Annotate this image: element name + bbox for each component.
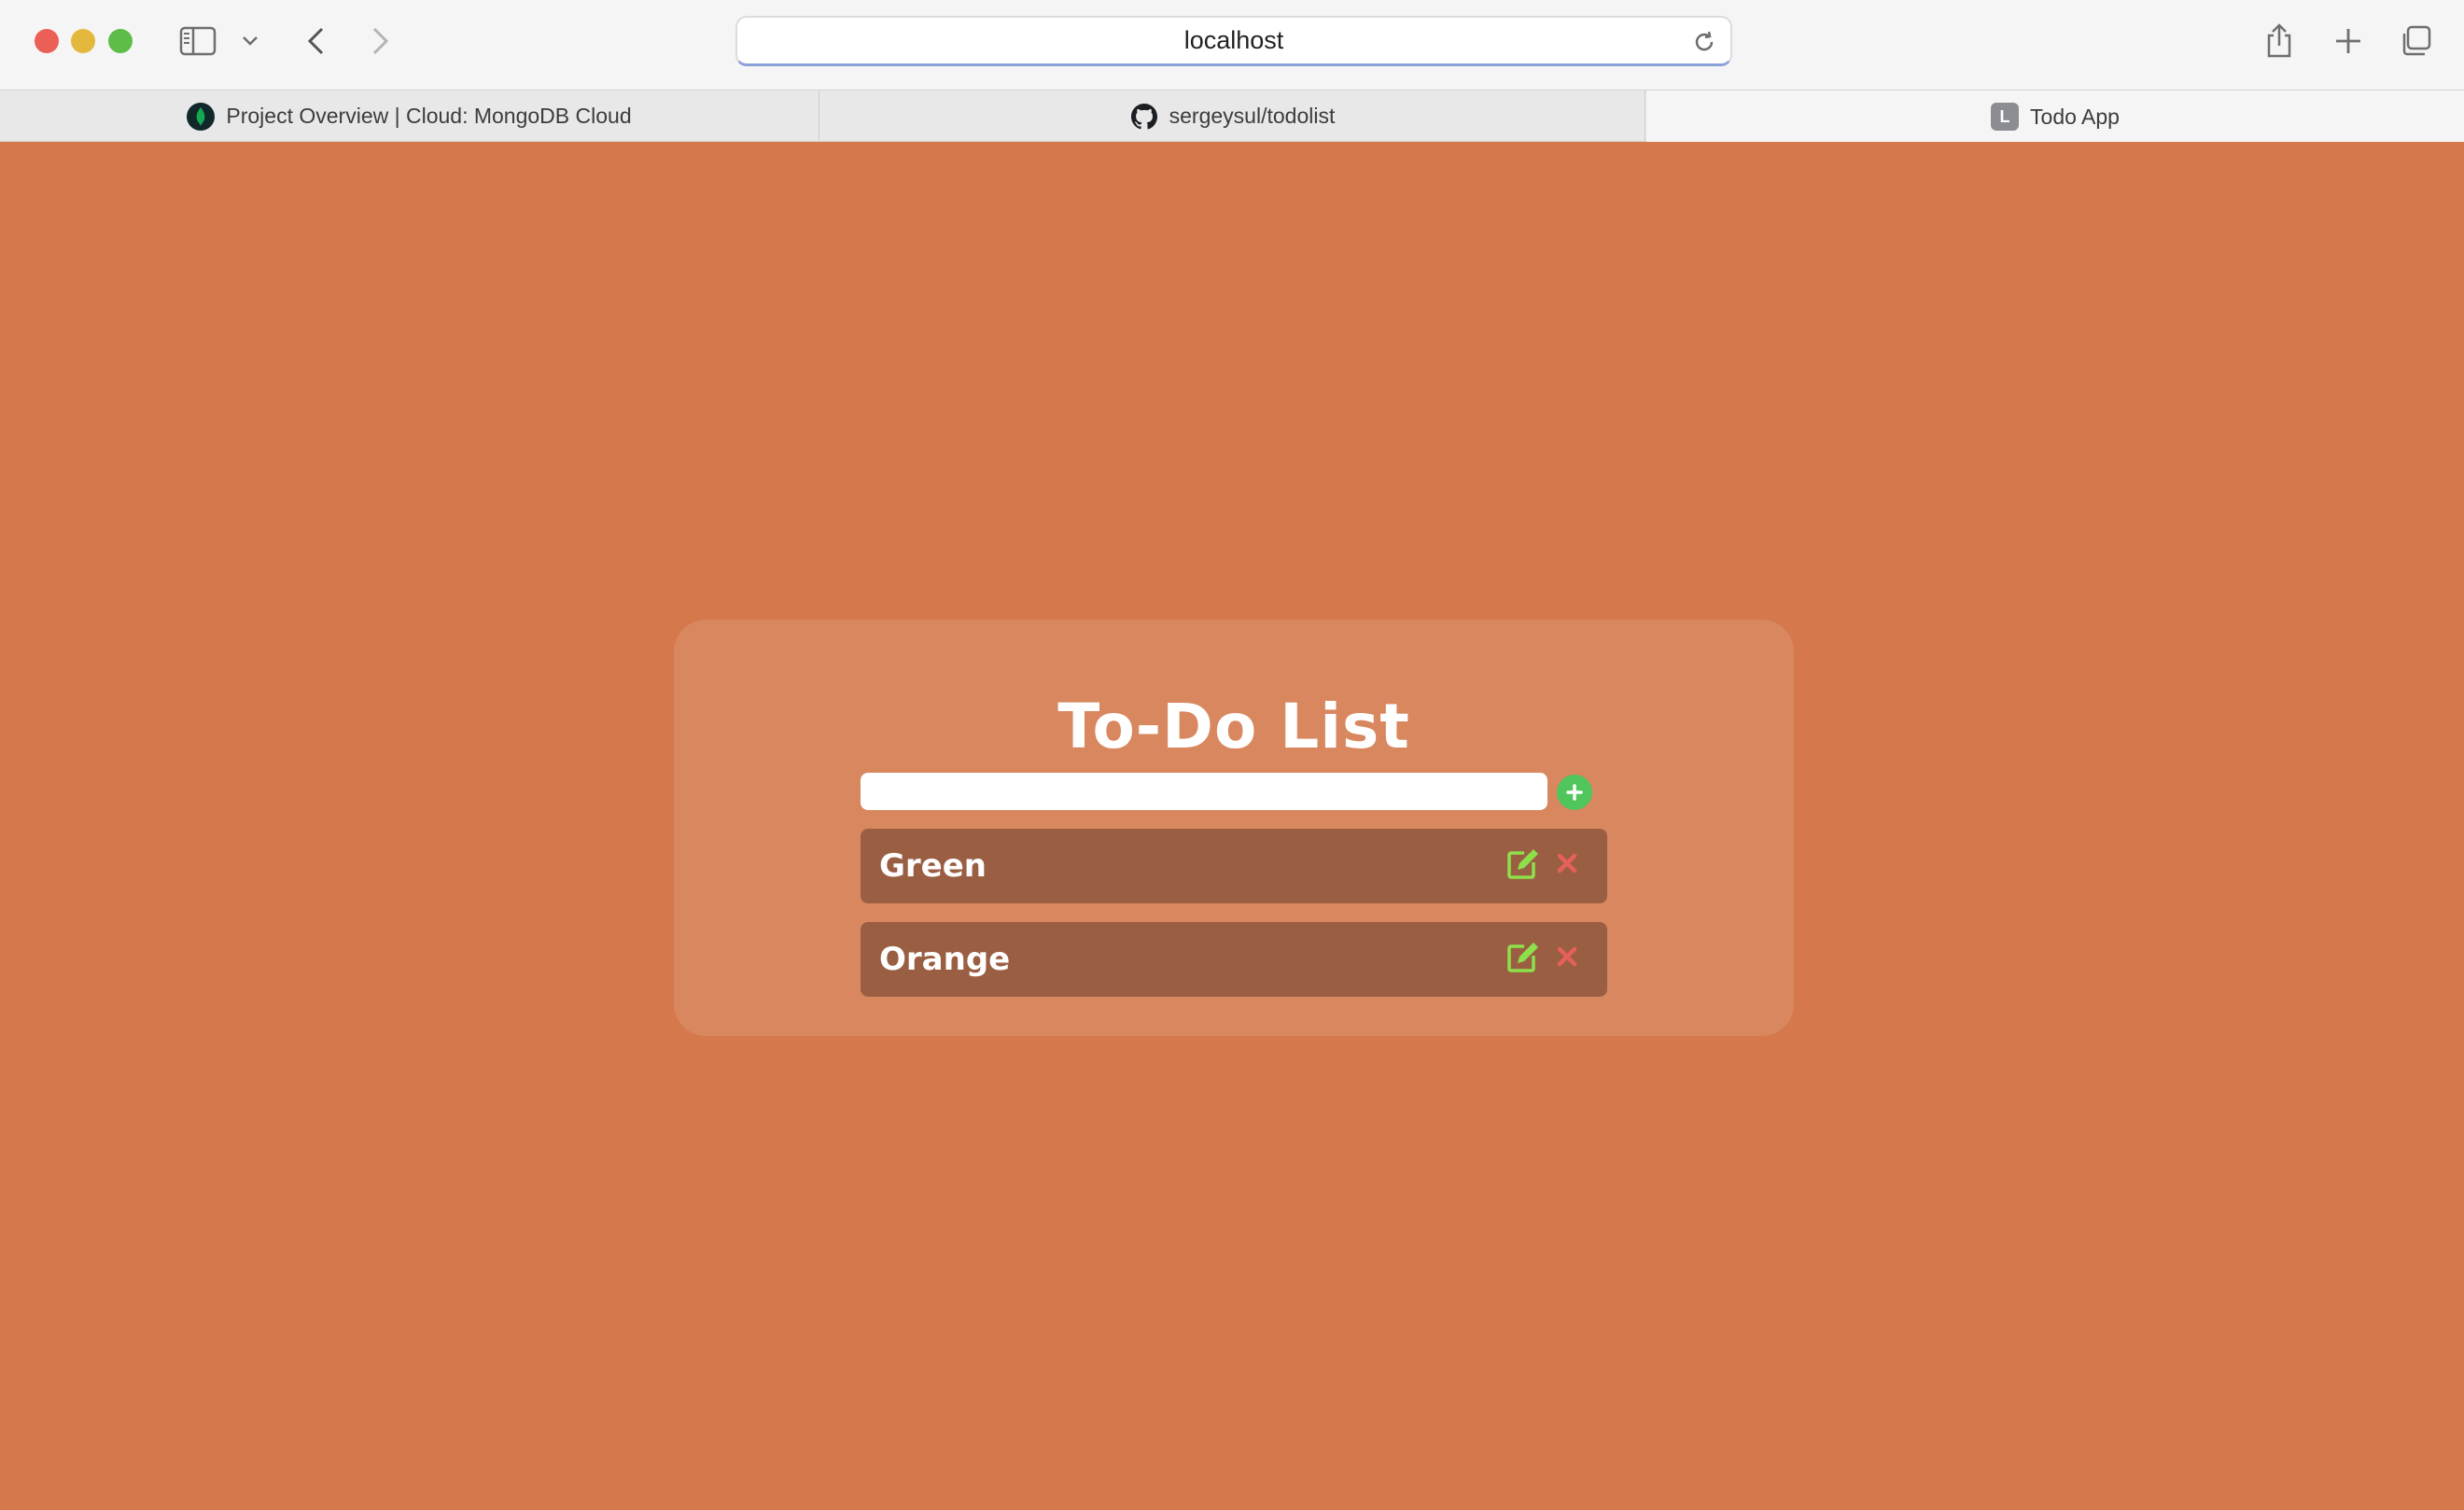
todo-card: To-Do List Green Orange (674, 620, 1794, 1036)
github-icon (1130, 103, 1158, 131)
reload-icon[interactable] (1691, 29, 1717, 55)
close-window-button[interactable] (35, 29, 59, 53)
zoom-window-button[interactable] (108, 29, 133, 53)
url-text: localhost (1183, 26, 1284, 54)
share-icon[interactable] (2259, 19, 2300, 63)
todo-list: Green Orange (861, 829, 1607, 1015)
tab-mongodb[interactable]: Project Overview | Cloud: MongoDB Cloud (0, 91, 819, 142)
browser-toolbar: localhost (0, 0, 2464, 90)
sidebar-toggle-icon[interactable] (177, 24, 218, 58)
add-todo-button[interactable] (1557, 775, 1592, 810)
tab-label: Project Overview | Cloud: MongoDB Cloud (226, 104, 632, 128)
plus-circle-icon (1566, 784, 1583, 801)
todo-item: Green (861, 829, 1607, 903)
chevron-down-icon[interactable] (237, 28, 263, 54)
todo-text: Green (879, 847, 987, 885)
delete-icon[interactable] (1553, 941, 1581, 972)
tab-label: Todo App (2030, 104, 2120, 129)
tab-overview-icon[interactable] (2395, 21, 2436, 62)
address-bar[interactable]: localhost (735, 16, 1732, 66)
edit-icon[interactable] (1505, 846, 1542, 883)
mongodb-leaf-icon (187, 102, 216, 131)
page-title: To-Do List (1057, 691, 1410, 762)
forward-arrow-icon[interactable] (362, 22, 399, 60)
back-arrow-icon[interactable] (297, 22, 334, 60)
tab-todo-app[interactable]: L Todo App (1646, 91, 2464, 143)
todo-item: Orange (861, 922, 1607, 997)
tab-github[interactable]: sergeysul/todolist (820, 91, 1645, 142)
page-body: To-Do List Green Orange (0, 142, 2464, 1510)
tab-bar: Project Overview | Cloud: MongoDB Cloud … (0, 90, 2464, 143)
edit-icon[interactable] (1505, 939, 1542, 976)
tab-label: sergeysul/todolist (1169, 104, 1336, 128)
new-todo-input[interactable] (861, 773, 1547, 810)
new-tab-plus-icon[interactable] (2328, 21, 2369, 62)
letter-l-icon: L (1991, 103, 2020, 131)
minimize-window-button[interactable] (71, 29, 95, 53)
todo-text: Orange (879, 941, 1011, 978)
delete-icon[interactable] (1553, 847, 1581, 879)
